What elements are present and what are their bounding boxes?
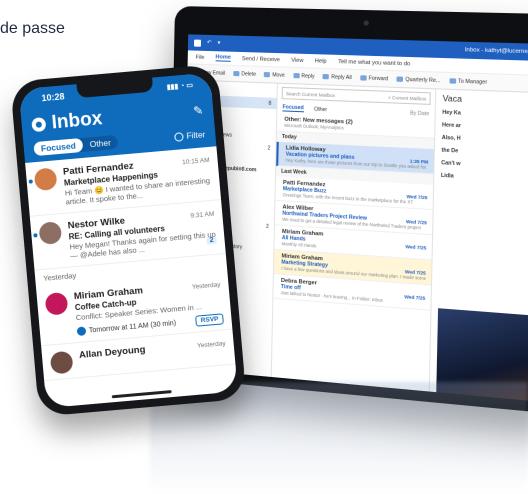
reading-pane: Vaca Hey Ka Here ar Also, H the De Can't w Li… xyxy=(430,89,528,404)
ribbon-button[interactable]: To Manager xyxy=(449,78,488,86)
mail-item-body: Patti Fernandez 10:15 AM Marketplace Happe… xyxy=(63,154,213,207)
ribbon-icon xyxy=(233,70,240,77)
home-indicator xyxy=(111,390,172,399)
filter-icon xyxy=(174,131,184,142)
filter-label: Filter xyxy=(186,129,206,141)
outlook-mobile-screen: 10:28 ▮▮▮ ◔ ▭ Inbox ✎ Focused Other Filt… xyxy=(18,72,238,409)
folder-count: 2 xyxy=(265,223,269,230)
ribbon-icon xyxy=(322,73,330,80)
reading-line: Also, H xyxy=(441,134,461,142)
message-date: 1:35 PM xyxy=(409,158,429,165)
avatar xyxy=(44,291,69,316)
tab-focused[interactable]: Focused xyxy=(282,104,304,113)
outlook-logo-icon xyxy=(193,39,202,47)
mail-item-body: Miriam Graham Yesterday Coffee Catch-up Con… xyxy=(73,278,224,337)
ribbon-icon xyxy=(449,78,456,84)
menu-item[interactable]: Send / Receive xyxy=(242,56,280,63)
calendar-icon xyxy=(76,326,87,336)
menu-item[interactable]: Help xyxy=(315,58,327,65)
sort-by-date[interactable]: By Date xyxy=(410,110,429,117)
sender-name: Allan Deyoung xyxy=(78,344,146,361)
page-title: Inbox xyxy=(50,108,104,134)
search-placeholder: Search Current Mailbox xyxy=(285,90,336,98)
reading-line: Lidia xyxy=(440,172,454,180)
mail-time: Yesterday xyxy=(191,280,221,291)
ribbon-button[interactable]: Reply xyxy=(293,72,315,79)
ribbon-icon xyxy=(360,75,367,81)
message-date: Wed 7/25 xyxy=(406,193,428,201)
dropdown-icon[interactable]: ▾ xyxy=(217,40,220,46)
avatar xyxy=(38,220,63,245)
folder-count: 2 xyxy=(267,144,271,152)
thread-count-badge: 2 xyxy=(206,236,217,245)
ribbon-label: Reply All xyxy=(331,73,352,81)
reading-line: Can't w xyxy=(441,160,461,168)
reading-line: the De xyxy=(441,147,459,155)
signal-battery-icon: ▮▮▮ ◔ ▭ xyxy=(166,82,194,92)
mail-time: 9:31 AM xyxy=(190,210,215,220)
undo-icon[interactable]: ↶ xyxy=(207,40,212,46)
camera-dot xyxy=(363,20,369,26)
tab-other[interactable]: Other xyxy=(82,135,118,152)
mailbox-scope-label: Current Mailbox xyxy=(392,94,427,102)
phone-device: 10:28 ▮▮▮ ◔ ▭ Inbox ✎ Focused Other Filt… xyxy=(10,63,247,417)
ribbon-label: Delete xyxy=(241,70,257,78)
mailbox-scope[interactable]: ⌕ Current Mailbox xyxy=(388,94,426,101)
ribbon-button[interactable]: Forward xyxy=(360,75,388,82)
ribbon-button[interactable]: Move xyxy=(264,71,285,79)
ribbon-label: Move xyxy=(272,71,285,79)
event-info: Tomorrow at 11 AM (30 min) xyxy=(76,318,177,336)
ribbon-label: To Manager xyxy=(457,78,488,86)
ribbon-label: Forward xyxy=(368,75,389,82)
reading-line: Here ar xyxy=(441,122,461,130)
tab-other[interactable]: Other xyxy=(314,106,327,113)
menu-item[interactable]: File xyxy=(196,54,205,60)
menu-item[interactable]: Tell me what you want to do xyxy=(338,59,410,67)
ribbon-button[interactable]: Quarterly Re... xyxy=(396,76,441,84)
event-time: Tomorrow at 11 AM (30 min) xyxy=(88,319,177,335)
folder-count: 8 xyxy=(268,100,272,107)
focused-other-toggle: Focused Other xyxy=(33,134,119,157)
avatar xyxy=(33,167,58,192)
menu-item[interactable]: Home xyxy=(215,54,231,62)
menu-item[interactable]: View xyxy=(291,57,303,64)
unread-dot xyxy=(33,232,38,238)
tab-focused[interactable]: Focused xyxy=(33,137,84,157)
filter-button[interactable]: Filter xyxy=(174,129,206,142)
reading-line: Hey Ka xyxy=(442,109,461,117)
ribbon-label: Quarterly Re... xyxy=(405,76,441,84)
ribbon-icon xyxy=(264,72,271,78)
avatar xyxy=(49,350,74,375)
window-title: Inbox - kathyt@lucernepubintl.com xyxy=(464,47,528,57)
unread-dot xyxy=(28,179,33,184)
ribbon-button[interactable]: Reply All xyxy=(322,73,352,81)
message-list: Search Current Mailbox ⌕ Current Mailbox… xyxy=(271,83,437,392)
ribbon-button[interactable]: Delete xyxy=(233,70,256,77)
ribbon-icon xyxy=(396,76,404,82)
hero-text: de passe xyxy=(0,20,65,37)
mail-item-body: Allan Deyoung Yesterday xyxy=(79,337,227,372)
mail-list: Patti Fernandez 10:15 AM Marketplace Happe… xyxy=(25,146,236,382)
ribbon-label: Reply xyxy=(301,72,315,80)
mail-time: Yesterday xyxy=(196,340,226,350)
ribbon-icon xyxy=(293,72,300,79)
search-icon: ⌕ xyxy=(387,94,391,100)
account-avatar-icon[interactable] xyxy=(31,117,47,133)
mail-time: 10:15 AM xyxy=(181,156,210,167)
mail-item-body: Nestor Wilke 9:31 AM RE: Calling all volun… xyxy=(67,207,217,260)
rsvp-button[interactable]: RSVP xyxy=(195,313,224,327)
reading-title: Vaca xyxy=(442,93,463,105)
compose-icon[interactable]: ✎ xyxy=(193,103,204,118)
mail-item-header: Allan Deyoung Yesterday xyxy=(79,337,226,361)
status-time: 10:28 xyxy=(41,91,65,104)
